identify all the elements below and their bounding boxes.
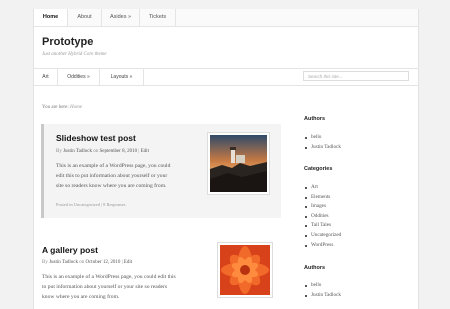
sidebar-category-link[interactable]: Art bbox=[304, 183, 341, 193]
secondary-nav: Art Oddities » Layouts » Search this sit… bbox=[34, 68, 418, 86]
sidebar-categories-title: Categories bbox=[304, 166, 333, 172]
sidebar-category-link[interactable]: Oddities bbox=[304, 212, 341, 222]
sidebar-author-link[interactable]: bello bbox=[304, 281, 341, 291]
excerpt-line: site so readers know where you are comin… bbox=[56, 183, 167, 189]
lighthouse-photo-icon bbox=[210, 135, 267, 192]
post-title-link[interactable]: Slideshow test post bbox=[56, 133, 136, 143]
excerpt-line: edit this to put information about yours… bbox=[56, 173, 168, 179]
sidebar-category-link[interactable]: Uncategorized bbox=[304, 231, 341, 241]
edit-link[interactable]: Edit bbox=[141, 149, 149, 154]
sidebar-category-link[interactable]: Tall Tales bbox=[304, 221, 341, 231]
sidebar-authors-title: Authors bbox=[304, 116, 326, 122]
nav-item-label: Asides » bbox=[109, 14, 132, 20]
excerpt-line: This is an example of a WordPress page, … bbox=[56, 163, 171, 169]
site-title[interactable]: Prototype bbox=[42, 36, 93, 48]
sidebar-author-link[interactable]: Justin Tadlock bbox=[304, 291, 341, 301]
nav-item-label: Home bbox=[42, 14, 59, 20]
page: Home About Asides » Tickets Prototype Ju… bbox=[33, 9, 419, 309]
sidebar-categories-list: Art Elements Images Oddities Tall Tales … bbox=[304, 183, 341, 250]
nav-item-oddities[interactable]: Oddities » bbox=[58, 69, 100, 85]
flower-photo-icon bbox=[220, 245, 270, 295]
sidebar-authors-title: Authors bbox=[304, 265, 326, 271]
nav-item-asides[interactable]: Asides » bbox=[102, 9, 140, 26]
breadcrumb-prefix: You are here: bbox=[42, 105, 69, 110]
nav-item-label: About bbox=[77, 14, 92, 20]
sidebar-authors-list: bello Justin Tadlock bbox=[304, 281, 341, 300]
post-thumbnail[interactable] bbox=[207, 132, 270, 195]
date-link[interactable]: September 8, 2010 bbox=[99, 149, 137, 154]
nav-item-label: Oddities » bbox=[67, 74, 90, 80]
post-excerpt: This is an example of a WordPress page, … bbox=[56, 161, 170, 191]
nav-item-art[interactable]: Art bbox=[34, 69, 58, 85]
nav-item-label: Tickets bbox=[148, 14, 167, 20]
sidebar-category-link[interactable]: Elements bbox=[304, 193, 341, 203]
sidebar-author-link[interactable]: Justin Tadlock bbox=[304, 143, 341, 153]
post-byline: By Justin Tadlock on September 8, 2010 |… bbox=[56, 149, 149, 154]
primary-nav: Home About Asides » Tickets bbox=[34, 9, 418, 27]
post-footer: Posted in Uncategorized | 8 Responses bbox=[56, 202, 126, 207]
post-title-link[interactable]: A gallery post bbox=[42, 245, 98, 255]
byline-on: on bbox=[79, 260, 85, 265]
sticky-post: Slideshow test post By Justin Tadlock on… bbox=[41, 124, 281, 218]
edit-link[interactable]: Edit bbox=[124, 260, 132, 265]
byline-by: By bbox=[42, 260, 48, 265]
breadcrumb: You are here: Home bbox=[42, 105, 82, 110]
author-link[interactable]: Justin Tadlock bbox=[49, 260, 78, 265]
nav-item-about[interactable]: About bbox=[68, 9, 102, 26]
excerpt-line: This is an example of a WordPress page, … bbox=[42, 274, 176, 280]
sidebar-category-link[interactable]: Images bbox=[304, 202, 341, 212]
sidebar-authors-list: bello Justin Tadlock bbox=[304, 133, 341, 152]
site-description: Just another Hybrid Core theme bbox=[42, 52, 107, 57]
sidebar-author-link[interactable]: bello bbox=[304, 133, 341, 143]
post-excerpt: This is an example of a WordPress page, … bbox=[42, 272, 176, 302]
excerpt-line: to put information about yourself or you… bbox=[42, 284, 168, 290]
post-byline: By Justin Tadlock on October 12, 2010 | … bbox=[42, 260, 132, 265]
sidebar-category-link[interactable]: WordPress bbox=[304, 241, 341, 251]
date-link[interactable]: October 12, 2010 bbox=[85, 260, 120, 265]
search-input[interactable]: Search this site... bbox=[303, 71, 409, 81]
byline-separator: | bbox=[121, 260, 123, 265]
nav-item-label: Layouts » bbox=[110, 74, 133, 80]
post-thumbnail[interactable] bbox=[217, 242, 273, 298]
byline-on: on bbox=[93, 149, 99, 154]
excerpt-line: know where you are coming from. bbox=[42, 294, 120, 300]
nav-item-tickets[interactable]: Tickets bbox=[140, 9, 176, 26]
nav-item-layouts[interactable]: Layouts » bbox=[100, 69, 144, 85]
byline-separator: | bbox=[138, 149, 140, 154]
author-link[interactable]: Justin Tadlock bbox=[63, 149, 92, 154]
nav-item-label: Art bbox=[42, 74, 49, 80]
byline-by: By bbox=[56, 149, 62, 154]
breadcrumb-home-link[interactable]: Home bbox=[70, 105, 82, 110]
nav-item-home[interactable]: Home bbox=[34, 9, 68, 26]
